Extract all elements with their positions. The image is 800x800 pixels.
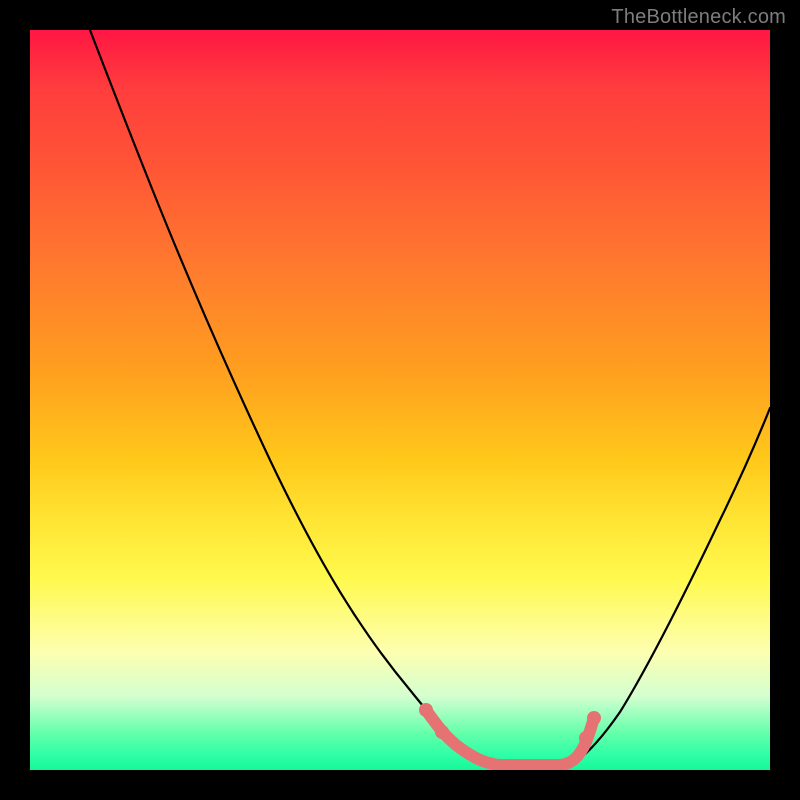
marker-dot xyxy=(435,725,449,739)
marker-segment xyxy=(426,710,594,765)
chart-svg xyxy=(30,30,770,770)
curve-right-branch xyxy=(570,408,770,766)
marker-dot xyxy=(587,711,601,725)
plot-area xyxy=(30,30,770,770)
watermark-label: TheBottleneck.com xyxy=(611,6,786,29)
chart-stage: TheBottleneck.com xyxy=(0,0,800,800)
marker-dot xyxy=(419,703,433,717)
marker-dot xyxy=(579,731,593,745)
curve-left-branch xyxy=(90,30,500,766)
